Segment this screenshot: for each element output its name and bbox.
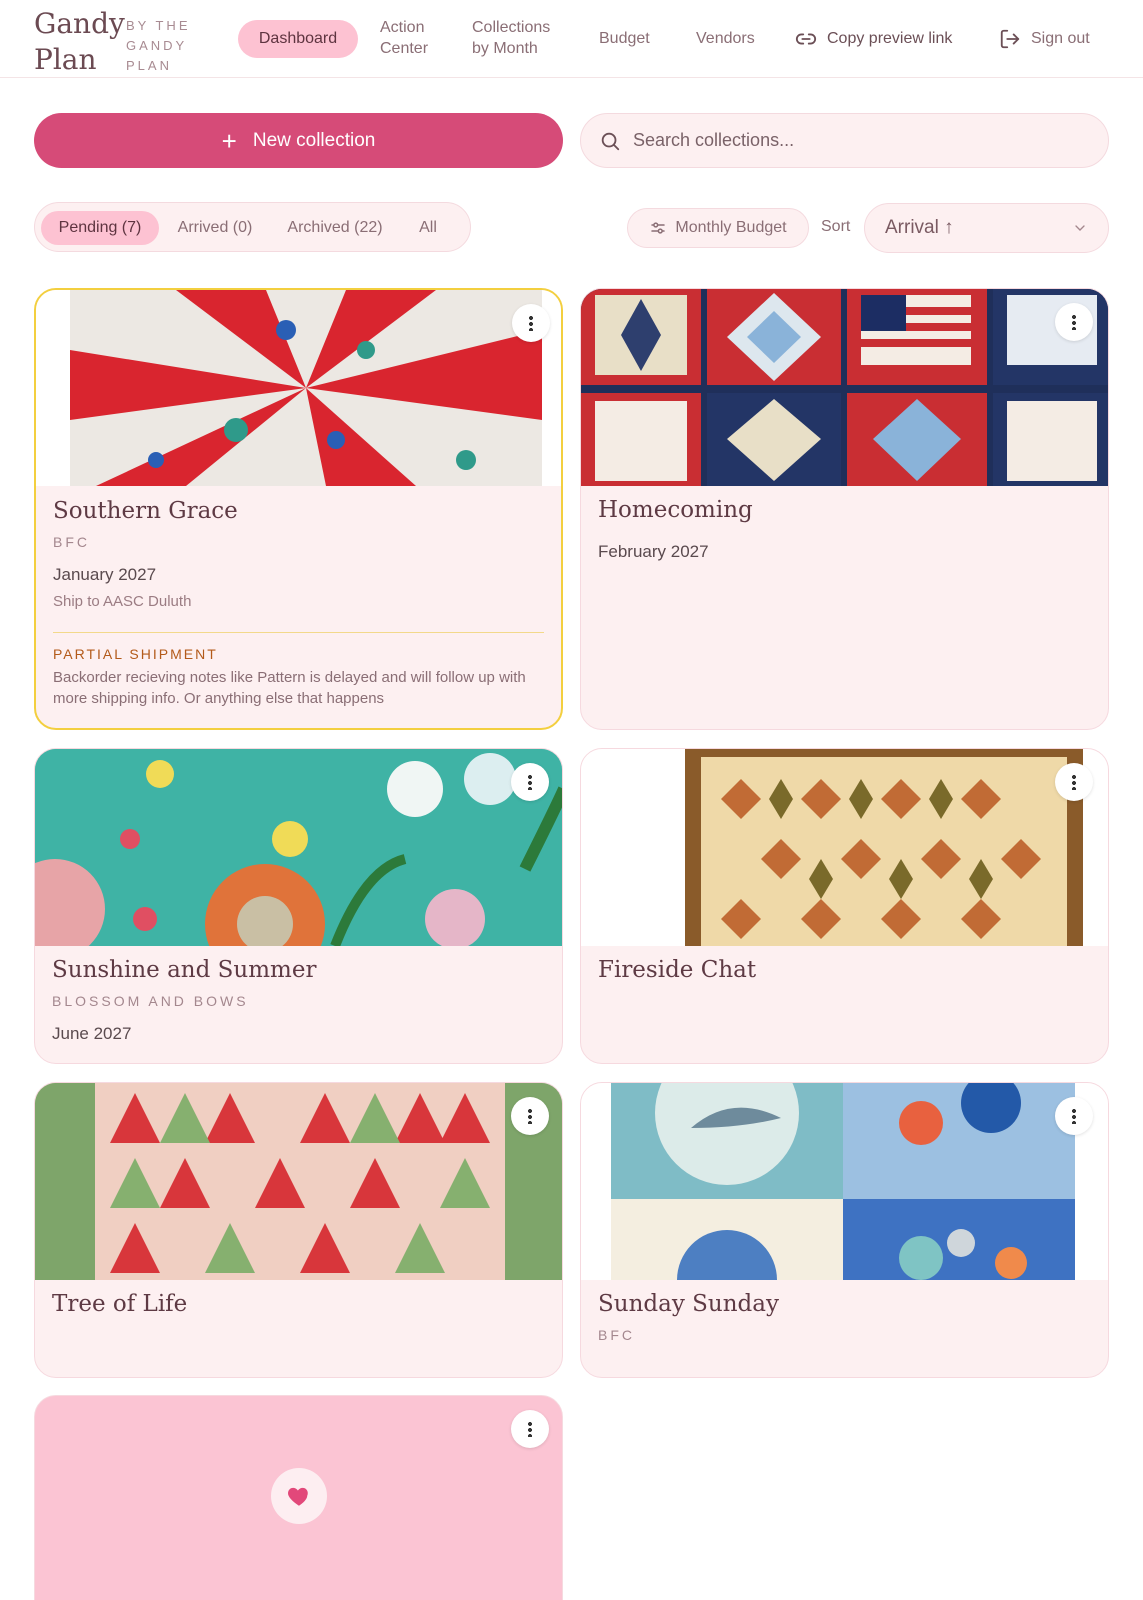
top-header: Gandy Plan BY THE GANDY PLAN Dashboard A… (0, 0, 1143, 78)
brand-name-line2: Plan (34, 43, 97, 76)
collection-card[interactable]: Sunshine and Summer BLOSSOM AND BOWS Jun… (34, 748, 563, 1064)
link-icon (795, 33, 817, 45)
collection-image (581, 749, 1108, 946)
tab-pending[interactable]: Pending (7) (41, 211, 159, 245)
search-input[interactable] (633, 130, 1053, 151)
card-date: June 2027 (52, 1024, 132, 1043)
brand-name-line1: Gandy (34, 7, 125, 40)
card-subtitle: BFC (598, 1327, 635, 1343)
sign-out-label: Sign out (1031, 30, 1090, 47)
collection-card[interactable]: Tree of Life (34, 1082, 563, 1378)
nav-vendors[interactable]: Vendors (696, 28, 755, 49)
card-date: January 2027 (53, 565, 157, 584)
card-menu-button[interactable] (1055, 303, 1093, 341)
card-title: Homecoming (598, 497, 753, 523)
more-vertical-icon (529, 315, 533, 331)
collection-card[interactable]: Sunday Sunday BFC (580, 1082, 1109, 1378)
collection-card[interactable]: Homecoming February 2027 (580, 288, 1109, 730)
sign-out-button[interactable]: Sign out (999, 28, 1090, 50)
collection-image (35, 1083, 562, 1280)
collection-card[interactable] (34, 1395, 563, 1600)
collection-image (581, 1083, 1108, 1280)
card-menu-button[interactable] (1055, 1097, 1093, 1135)
tab-all[interactable]: All (403, 211, 453, 245)
more-vertical-icon (1072, 314, 1076, 330)
card-date: February 2027 (598, 542, 709, 561)
more-vertical-icon (528, 1421, 532, 1437)
more-vertical-icon (1072, 1108, 1076, 1124)
nav-collections-line1: Collections (472, 19, 551, 36)
new-collection-label: New collection (252, 129, 376, 151)
collection-image (36, 290, 561, 486)
chevron-down-icon (1075, 225, 1085, 231)
card-menu-button[interactable] (1055, 763, 1093, 801)
sort-select[interactable]: Arrival ↑ (864, 203, 1109, 253)
tab-arrived[interactable]: Arrived (0) (165, 211, 265, 245)
card-menu-button[interactable] (511, 1410, 549, 1448)
card-subtitle: BFC (53, 534, 90, 550)
status-filter-tabs: Pending (7) Arrived (0) Archived (22) Al… (34, 202, 471, 252)
placeholder-heart-badge (271, 1468, 327, 1524)
collection-card[interactable]: Fireside Chat (580, 748, 1109, 1064)
collection-image (581, 289, 1108, 486)
nav-action-center-line1: Action (380, 19, 425, 36)
nav-action-center[interactable]: Action Center (380, 17, 428, 59)
card-title: Tree of Life (52, 1291, 188, 1317)
collection-card[interactable]: Southern Grace BFC January 2027 Ship to … (34, 288, 563, 730)
more-vertical-icon (1072, 774, 1076, 790)
shipment-warning-note: Backorder recieving notes like Pattern i… (53, 669, 526, 707)
tab-archived[interactable]: Archived (22) (275, 211, 395, 245)
sort-label: Sort (821, 218, 851, 235)
copy-preview-link-label: Copy preview link (827, 30, 953, 47)
card-menu-button[interactable] (511, 1097, 549, 1135)
search-bar (580, 113, 1109, 168)
sort-value: Arrival ↑ (885, 217, 954, 238)
card-title: Southern Grace (53, 498, 238, 524)
monthly-budget-label: Monthly Budget (675, 219, 787, 236)
card-menu-button[interactable] (512, 304, 550, 342)
shipment-warning-title: PARTIAL SHIPMENT (53, 646, 218, 662)
card-title: Fireside Chat (598, 957, 757, 983)
card-menu-button[interactable] (511, 763, 549, 801)
card-divider (53, 632, 544, 633)
search-icon (601, 132, 620, 150)
nav-collections-by-month[interactable]: Collections by Month (472, 17, 550, 59)
collection-image (35, 749, 562, 946)
nav-collections-line2: by Month (472, 40, 538, 57)
heart-icon (288, 1487, 308, 1506)
more-vertical-icon (528, 774, 532, 790)
copy-preview-link-button[interactable]: Copy preview link (795, 28, 952, 50)
new-collection-button[interactable]: + New collection (34, 113, 563, 168)
monthly-budget-button[interactable]: Monthly Budget (627, 208, 809, 248)
card-title: Sunshine and Summer (52, 957, 317, 983)
more-vertical-icon (528, 1108, 532, 1124)
sign-out-icon (1000, 29, 1020, 49)
card-subtitle: BLOSSOM AND BOWS (52, 993, 249, 1009)
card-ship-to: Ship to AASC Duluth (53, 593, 192, 610)
nav-budget[interactable]: Budget (599, 28, 650, 49)
plus-icon: + (221, 125, 237, 156)
nav-dashboard[interactable]: Dashboard (238, 20, 358, 58)
brand-logo[interactable]: Gandy Plan (34, 6, 125, 78)
sliders-icon (651, 222, 666, 234)
brand-tagline: BY THE GANDY PLAN (126, 18, 191, 73)
card-title: Sunday Sunday (598, 1291, 779, 1317)
nav-action-center-line2: Center (380, 40, 429, 57)
